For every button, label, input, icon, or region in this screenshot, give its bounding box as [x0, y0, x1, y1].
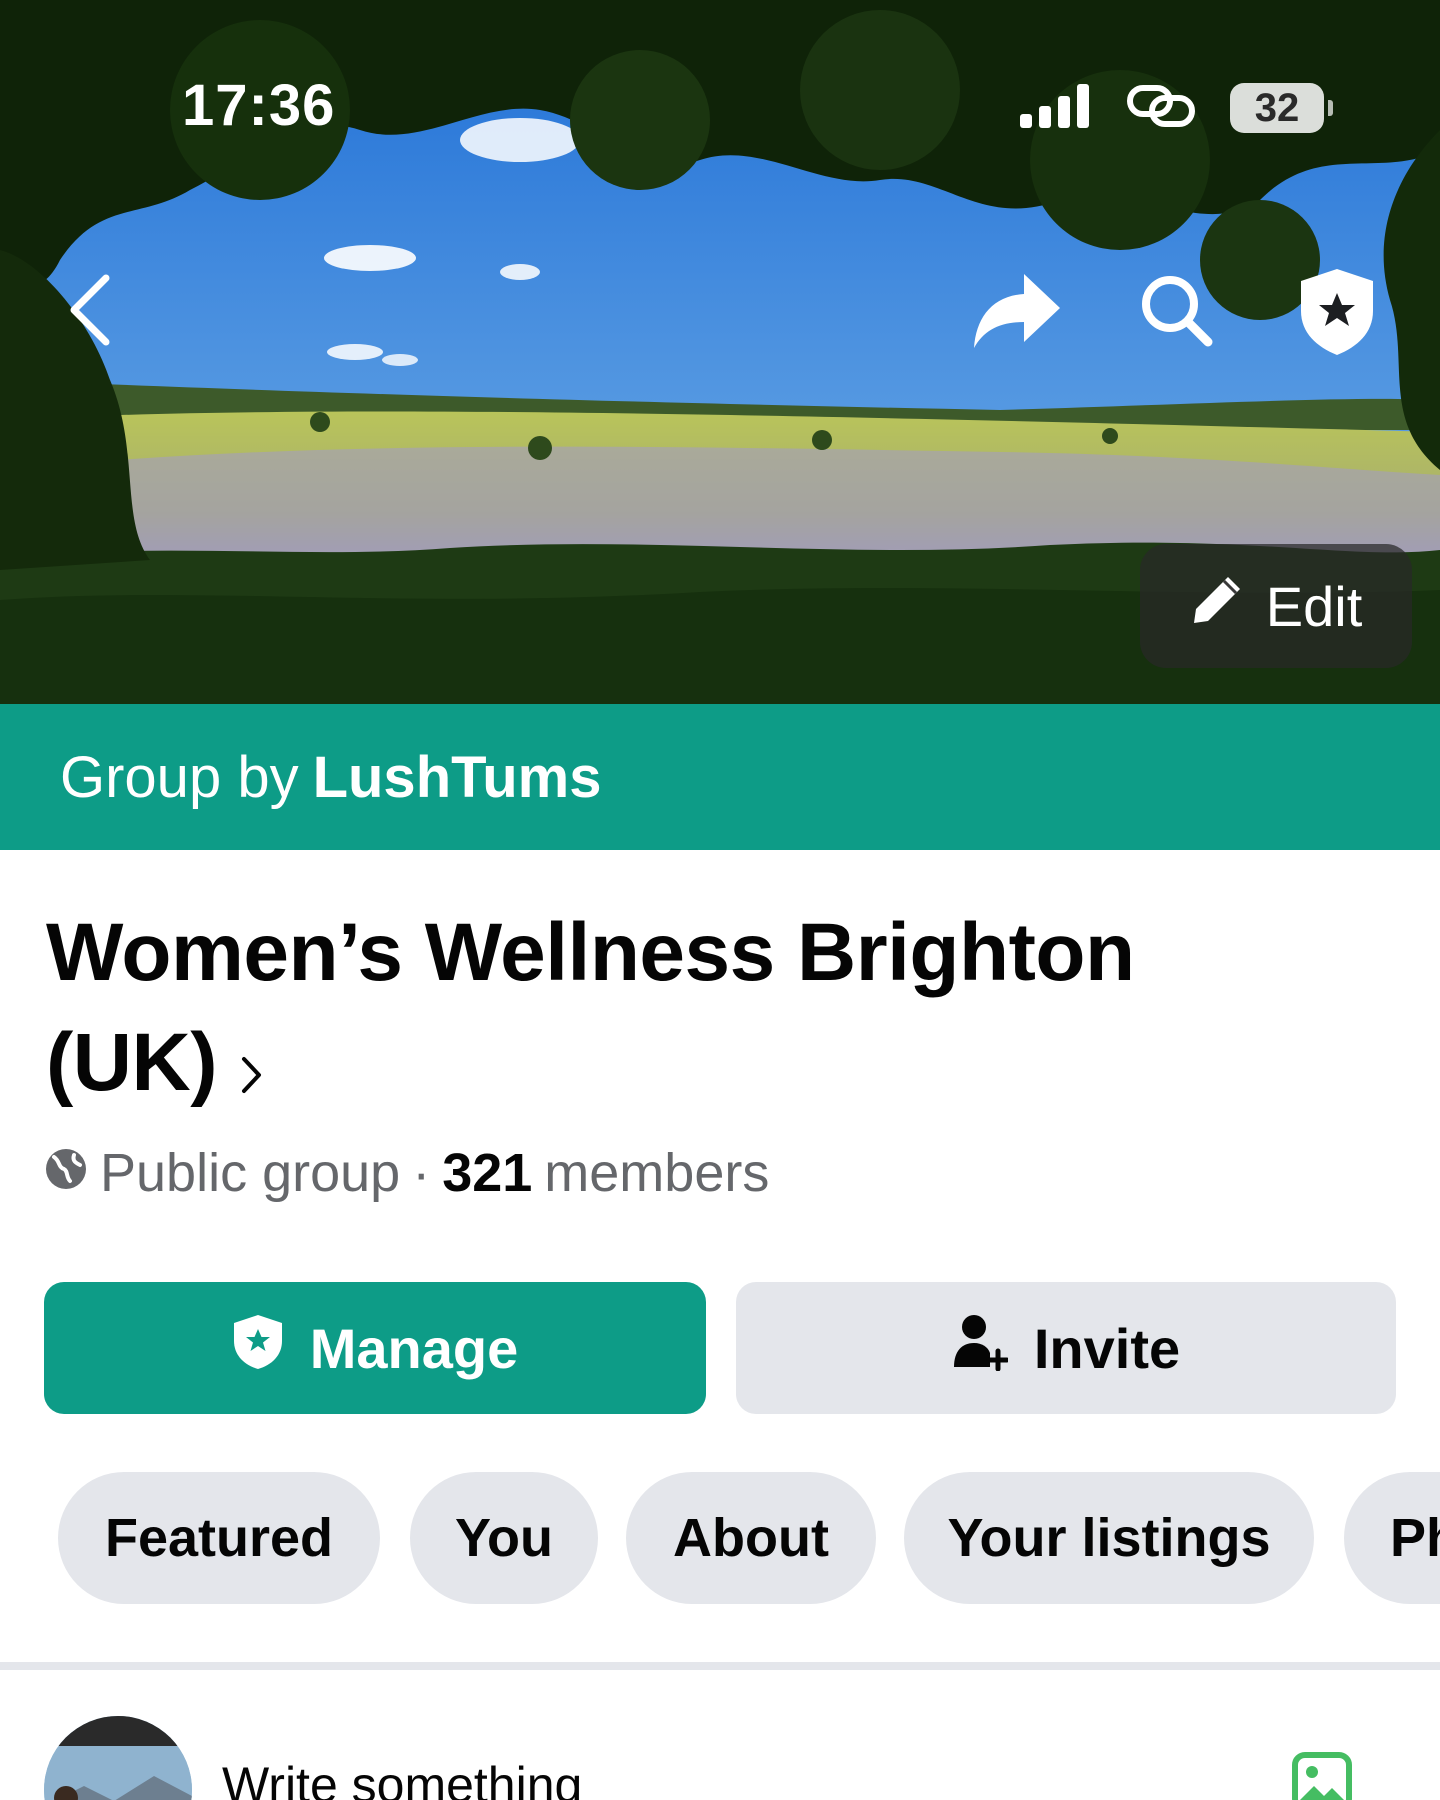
meta-separator: · [412, 1143, 431, 1203]
add-photo-button[interactable] [1292, 1752, 1352, 1800]
share-button[interactable] [966, 268, 1066, 358]
composer-placeholder[interactable]: Write something [222, 1756, 582, 1800]
member-count[interactable]: 321 [442, 1142, 532, 1204]
tab-about[interactable]: About [626, 1472, 876, 1604]
tab-you[interactable]: You [410, 1472, 598, 1604]
search-icon [1138, 272, 1214, 353]
back-chevron-icon [68, 274, 112, 351]
status-time: 17:36 [182, 73, 336, 138]
edit-cover-button[interactable]: Edit [1140, 544, 1412, 668]
back-button[interactable] [60, 272, 120, 352]
share-arrow-icon [970, 270, 1062, 357]
status-icons: 32 [1020, 82, 1333, 134]
section-divider [0, 1662, 1440, 1670]
tab-your-listings[interactable]: Your listings [904, 1472, 1314, 1604]
signal-icon [1020, 83, 1092, 133]
group-owner-name[interactable]: LushTums [313, 744, 602, 811]
group-title[interactable]: Women’s Wellness Brighton (UK) [46, 898, 1306, 1123]
hotspot-link-icon [1126, 84, 1196, 133]
members-label: members [544, 1143, 770, 1203]
admin-tools-button[interactable] [1294, 268, 1380, 360]
invite-button[interactable]: Invite [736, 1282, 1396, 1414]
manage-button[interactable]: Manage [44, 1282, 706, 1414]
status-bar: 17:36 32 [0, 0, 1440, 160]
add-person-icon [952, 1313, 1010, 1384]
manage-label: Manage [309, 1316, 519, 1380]
cover-photo[interactable]: 17:36 32 Edit [0, 0, 1440, 704]
group-by-prefix: Group by [60, 744, 299, 810]
battery-icon: 32 [1230, 83, 1333, 133]
group-tabs: Featured You About Your listings Ph [0, 1472, 1440, 1606]
privacy-label: Public group [100, 1143, 401, 1203]
search-button[interactable] [1136, 272, 1216, 352]
manage-shield-icon [232, 1313, 284, 1384]
group-name: Women’s Wellness Brighton (UK) [46, 907, 1135, 1108]
tab-featured[interactable]: Featured [58, 1472, 380, 1604]
user-avatar[interactable] [44, 1716, 192, 1800]
chevron-right-icon [241, 1013, 263, 1123]
pencil-icon [1190, 573, 1244, 640]
invite-label: Invite [1033, 1316, 1181, 1380]
globe-icon [44, 1142, 88, 1204]
tab-photos-partial[interactable]: Ph [1344, 1472, 1440, 1604]
admin-shield-icon [1297, 267, 1377, 362]
group-meta: Public group · 321 members [44, 1138, 769, 1208]
edit-label: Edit [1265, 574, 1363, 638]
group-owner-banner: Group by LushTums [0, 704, 1440, 850]
